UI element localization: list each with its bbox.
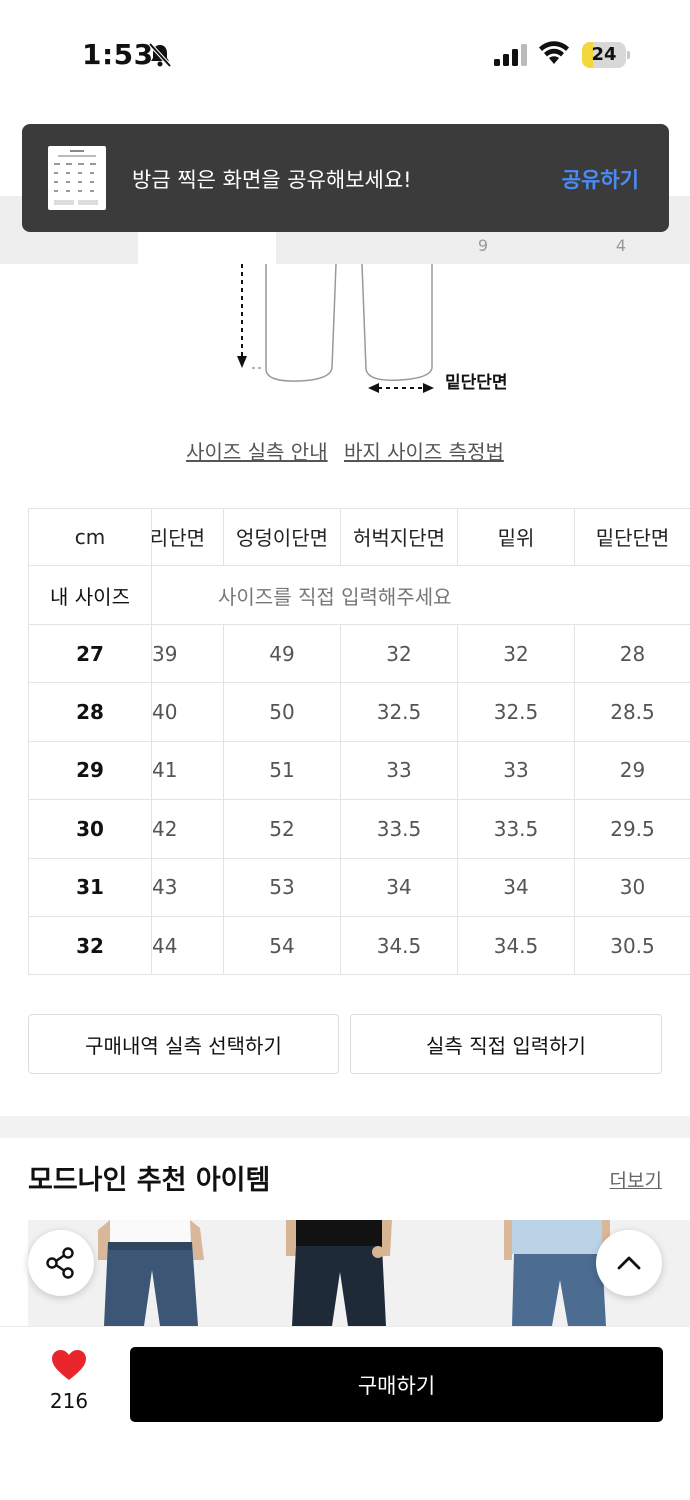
share-icon bbox=[46, 1247, 74, 1279]
column-header: 엉덩이단면 bbox=[224, 508, 341, 566]
table-row: 32 44 54 34.5 34.5 30.5 bbox=[28, 917, 690, 976]
cellular-signal-icon bbox=[494, 44, 527, 66]
table-cell: 28 bbox=[575, 625, 690, 684]
table-cell: 34.5 bbox=[458, 917, 575, 976]
share-toast: 방금 찍은 화면을 공유해보세요! 공유하기 bbox=[22, 124, 669, 232]
hem-width-label: 밑단단면 bbox=[445, 373, 508, 393]
table-cell: 29.5 bbox=[575, 800, 690, 859]
table-cell: 54 bbox=[224, 917, 341, 976]
product-image[interactable] bbox=[88, 1220, 248, 1326]
like-button[interactable]: 216 bbox=[36, 1349, 102, 1413]
size-guide-links: 사이즈 실측 안내 바지 사이즈 측정법 bbox=[0, 436, 690, 465]
pants-measure-method-link[interactable]: 바지 사이즈 측정법 bbox=[344, 440, 504, 464]
my-size-row: 내 사이즈 사이즈를 직접 입력해주세요 bbox=[28, 566, 690, 625]
table-cell: 40 bbox=[152, 683, 224, 742]
table-cell: 34 bbox=[341, 858, 458, 917]
column-header: 허벅지단면 bbox=[341, 508, 458, 566]
table-cell: 50 bbox=[224, 683, 341, 742]
column-header: 밑위 bbox=[458, 508, 575, 566]
table-row: 28 40 50 32.5 32.5 28.5 bbox=[28, 683, 690, 742]
recommend-title: 모드나인 추천 아이템 bbox=[28, 1165, 271, 1196]
scroll-top-fab[interactable] bbox=[596, 1230, 662, 1296]
table-cell: 39 bbox=[152, 625, 224, 684]
table-cell: 33.5 bbox=[341, 800, 458, 859]
table-header-row: cm 허리단면 엉덩이단면 허벅지단면 밑위 밑단단면 bbox=[28, 508, 690, 566]
table-cell: 28.5 bbox=[575, 683, 690, 742]
table-cell: 34.5 bbox=[341, 917, 458, 976]
table-cell: 29 bbox=[575, 742, 690, 801]
tab-count: 4 bbox=[615, 236, 627, 255]
table-cell: 44 bbox=[152, 917, 224, 976]
share-fab[interactable] bbox=[28, 1230, 94, 1296]
direct-input-button[interactable]: 실측 직접 입력하기 bbox=[350, 1014, 662, 1074]
table-cell: 49 bbox=[224, 625, 341, 684]
chevron-up-icon bbox=[617, 1256, 641, 1270]
size-label: 30 bbox=[28, 800, 152, 859]
section-divider bbox=[0, 1116, 690, 1138]
table-row: 31 43 53 34 34 30 bbox=[28, 858, 690, 917]
table-cell: 51 bbox=[224, 741, 341, 801]
heart-icon bbox=[52, 1350, 86, 1380]
size-label: 28 bbox=[28, 683, 152, 742]
table-cell: 32 bbox=[341, 625, 458, 684]
toast-message: 방금 찍은 화면을 공유해보세요! bbox=[132, 168, 412, 192]
table-cell: 33 bbox=[458, 741, 575, 801]
table-row: 27 39 49 32 32 28 bbox=[28, 625, 690, 684]
table-cell: 53 bbox=[224, 858, 341, 917]
more-link[interactable]: 더보기 bbox=[610, 1166, 662, 1193]
table-cell: 33 bbox=[341, 741, 458, 801]
like-count: 216 bbox=[49, 1389, 89, 1413]
select-from-purchase-history-button[interactable]: 구매내역 실측 선택하기 bbox=[28, 1014, 339, 1074]
size-label: 31 bbox=[28, 858, 152, 917]
my-size-label: 내 사이즈 bbox=[28, 566, 152, 625]
buy-button[interactable]: 구매하기 bbox=[130, 1347, 663, 1422]
table-cell: 30 bbox=[575, 859, 690, 917]
recommend-carousel bbox=[28, 1220, 690, 1326]
size-label: 32 bbox=[28, 917, 152, 976]
table-cell: 34 bbox=[458, 858, 575, 917]
table-row: 29 41 51 33 33 29 bbox=[28, 741, 690, 801]
pants-measurement-diagram: 밑단단면 bbox=[0, 263, 690, 414]
table-cell: 33.5 bbox=[458, 800, 575, 859]
table-cell: 32.5 bbox=[341, 683, 458, 742]
size-label: 29 bbox=[28, 741, 152, 801]
table-cell: 30.5 bbox=[575, 917, 690, 976]
table-cell: 32 bbox=[458, 625, 575, 684]
battery-icon: 24 bbox=[582, 42, 630, 68]
table-row: 30 42 52 33.5 33.5 29.5 bbox=[28, 800, 690, 859]
size-table: cm 허리단면 엉덩이단면 허벅지단면 밑위 밑단단면 내 사이즈 사이즈를 직… bbox=[28, 508, 690, 976]
product-image[interactable] bbox=[278, 1220, 438, 1326]
battery-level: 24 bbox=[591, 44, 617, 65]
table-cell: 32.5 bbox=[458, 683, 575, 742]
status-bar: 1:53 24 bbox=[0, 0, 690, 110]
wifi-icon bbox=[539, 41, 569, 64]
bell-muted-icon bbox=[148, 42, 172, 68]
table-cell: 43 bbox=[152, 858, 224, 917]
column-header: 밑단단면 bbox=[575, 508, 690, 566]
table-cell: 42 bbox=[152, 800, 224, 859]
status-time: 1:53 bbox=[82, 38, 154, 71]
bottom-action-bar: 216 구매하기 bbox=[0, 1326, 690, 1500]
screenshot-thumbnail[interactable] bbox=[48, 146, 106, 210]
share-button[interactable]: 공유하기 bbox=[562, 164, 639, 194]
size-measurement-guide-link[interactable]: 사이즈 실측 안내 bbox=[186, 440, 328, 464]
my-size-input[interactable]: 사이즈를 직접 입력해주세요 bbox=[152, 566, 690, 625]
table-cell: 41 bbox=[152, 741, 224, 801]
tab-count: 9 bbox=[477, 236, 489, 255]
unit-header: cm bbox=[28, 508, 152, 566]
table-cell: 52 bbox=[224, 800, 341, 859]
column-header: 허리단면 bbox=[152, 508, 224, 566]
size-label: 27 bbox=[28, 625, 152, 684]
